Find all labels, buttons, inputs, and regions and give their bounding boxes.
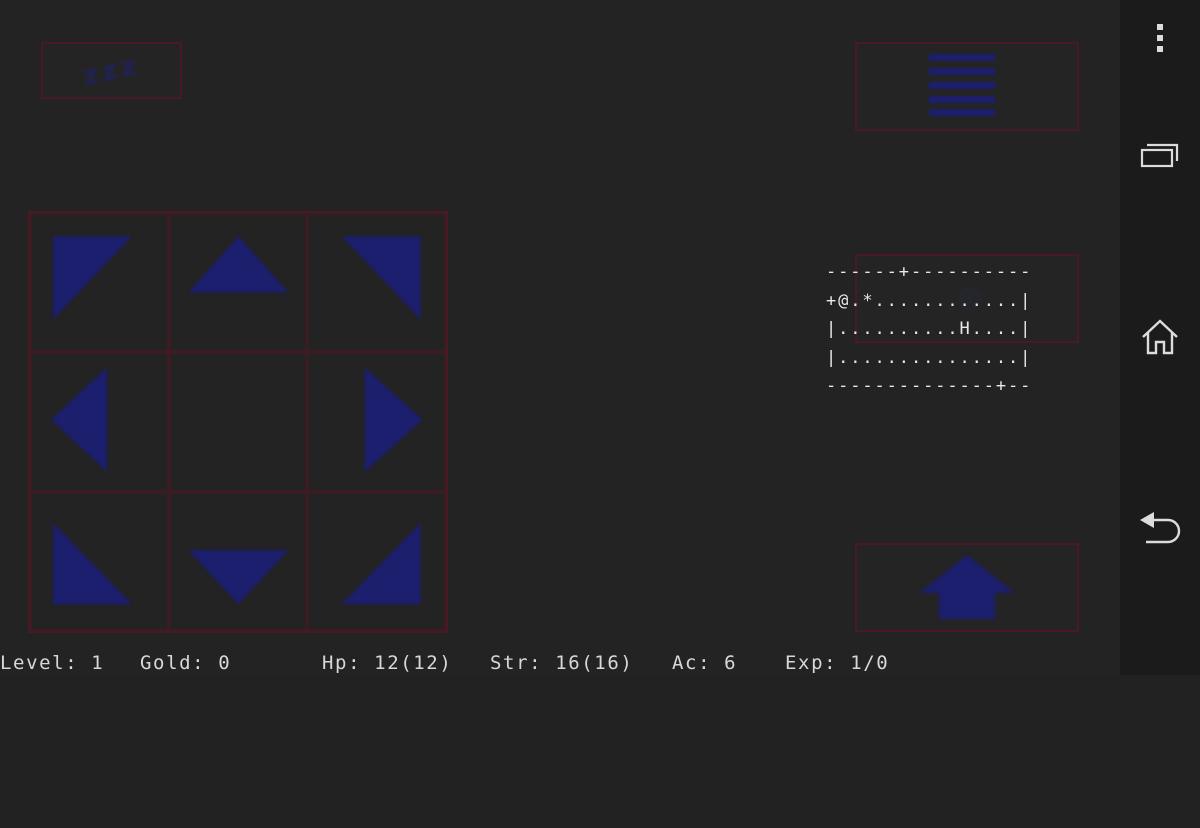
- status-str: Str: 16(16): [490, 652, 634, 674]
- status-gold: Gold: 0: [140, 652, 232, 674]
- arrow-up-icon: [187, 236, 289, 293]
- arrow-down-right-icon: [342, 522, 421, 604]
- stairs-button[interactable]: [855, 543, 1079, 632]
- map-row: |...............|: [826, 347, 1033, 368]
- game-screen[interactable]: zzz ⊙ ------+---------- +@.*............…: [0, 0, 1120, 675]
- arrow-up-right-icon: [342, 236, 421, 320]
- sleep-button[interactable]: zzz: [41, 42, 182, 99]
- arrow-down-left-icon: [53, 522, 133, 604]
- map-row: ------+----------: [826, 262, 1033, 282]
- back-icon[interactable]: [1120, 506, 1200, 546]
- status-exp: Exp: 1/0: [785, 652, 890, 674]
- status-level: Level: 1: [0, 652, 105, 674]
- recent-apps-icon[interactable]: [1120, 140, 1200, 170]
- arrow-up-left-icon: [53, 236, 133, 320]
- arrow-down-icon: [187, 549, 289, 604]
- dpad-rest-button[interactable]: [168, 352, 308, 492]
- sleep-icon: zzz: [80, 49, 143, 92]
- map-row: --------------+--: [826, 376, 1033, 396]
- menu-button[interactable]: [855, 42, 1079, 131]
- status-hp: Hp: 12(12): [322, 652, 453, 674]
- navigation-bar: [1120, 0, 1200, 675]
- menu-icon: [929, 54, 995, 116]
- arrow-right-icon: [365, 367, 423, 473]
- map-row: +@.*............|: [826, 290, 1033, 311]
- up-arrow-icon: [919, 555, 1015, 619]
- status-bar: Level: 1 Gold: 0 Hp: 12(12) Str: 16(16) …: [0, 652, 888, 675]
- home-icon[interactable]: [1120, 318, 1200, 356]
- dungeon-map: ------+---------- +@.*............| |.....…: [826, 258, 1032, 401]
- dpad-left-button[interactable]: [30, 352, 169, 492]
- map-row: |..........H....|: [826, 319, 1033, 339]
- dpad-up-left-button[interactable]: [30, 213, 169, 353]
- status-ac: Ac: 6: [672, 652, 738, 674]
- dpad-up-button[interactable]: [168, 213, 308, 353]
- arrow-left-icon: [51, 367, 108, 473]
- dpad-down-right-button[interactable]: [307, 491, 446, 631]
- direction-pad: [28, 211, 448, 633]
- dpad-down-left-button[interactable]: [30, 491, 169, 631]
- overflow-menu-icon[interactable]: [1120, 22, 1200, 54]
- dpad-up-right-button[interactable]: [307, 213, 446, 353]
- dpad-down-button[interactable]: [168, 491, 308, 631]
- dpad-right-button[interactable]: [307, 352, 446, 492]
